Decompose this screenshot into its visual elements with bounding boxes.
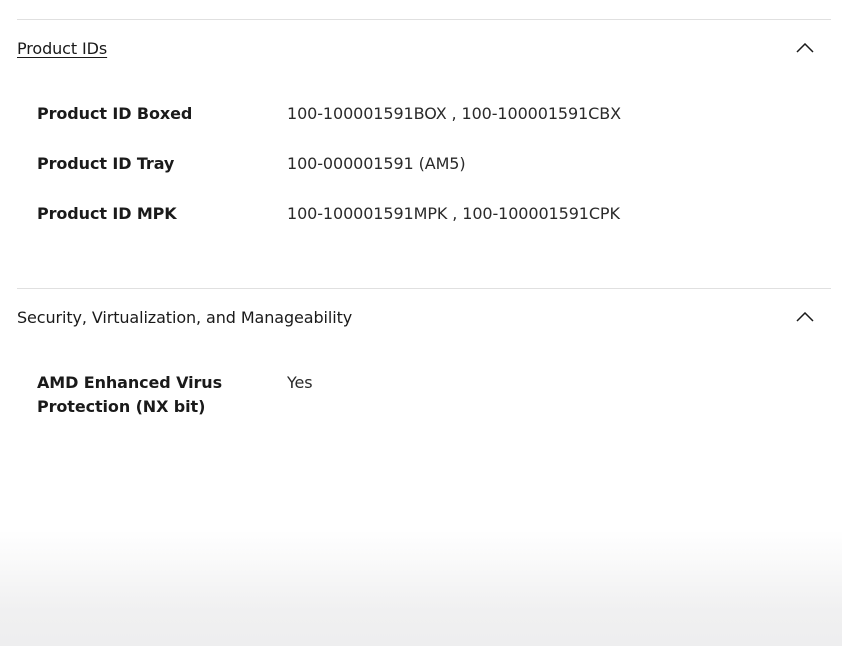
section-header-security[interactable]: Security, Virtualization, and Manageabil… — [17, 299, 831, 335]
spec-value: 100-100001591BOX , 100-100001591CBX — [287, 104, 621, 123]
spec-row-product-id-mpk: Product ID MPK 100-100001591MPK , 100-10… — [37, 202, 817, 226]
spec-value: 100-100001591MPK , 100-100001591CPK — [287, 204, 620, 223]
chevron-up-icon[interactable] — [795, 38, 815, 58]
spec-row-product-id-boxed: Product ID Boxed 100-100001591BOX , 100-… — [37, 102, 817, 126]
spec-label: Product ID Boxed — [37, 104, 193, 123]
section-title-security[interactable]: Security, Virtualization, and Manageabil… — [17, 308, 352, 327]
spec-value: Yes — [287, 373, 313, 392]
spec-label: Product ID MPK — [37, 204, 177, 223]
spec-value: 100-000001591 (AM5) — [287, 154, 466, 173]
spec-row-nx-bit: AMD Enhanced Virus Protection (NX bit) Y… — [37, 371, 817, 419]
top-divider — [17, 19, 831, 20]
section-header-product-ids[interactable]: Product IDs — [17, 30, 831, 66]
section-title-product-ids[interactable]: Product IDs — [17, 39, 107, 58]
spec-label: Product ID Tray — [37, 154, 175, 173]
bottom-fade-overlay — [0, 530, 842, 646]
section-divider — [17, 288, 831, 289]
spec-row-product-id-tray: Product ID Tray 100-000001591 (AM5) — [37, 152, 817, 176]
spec-label: AMD Enhanced Virus Protection (NX bit) — [37, 373, 223, 416]
chevron-up-icon[interactable] — [795, 307, 815, 327]
